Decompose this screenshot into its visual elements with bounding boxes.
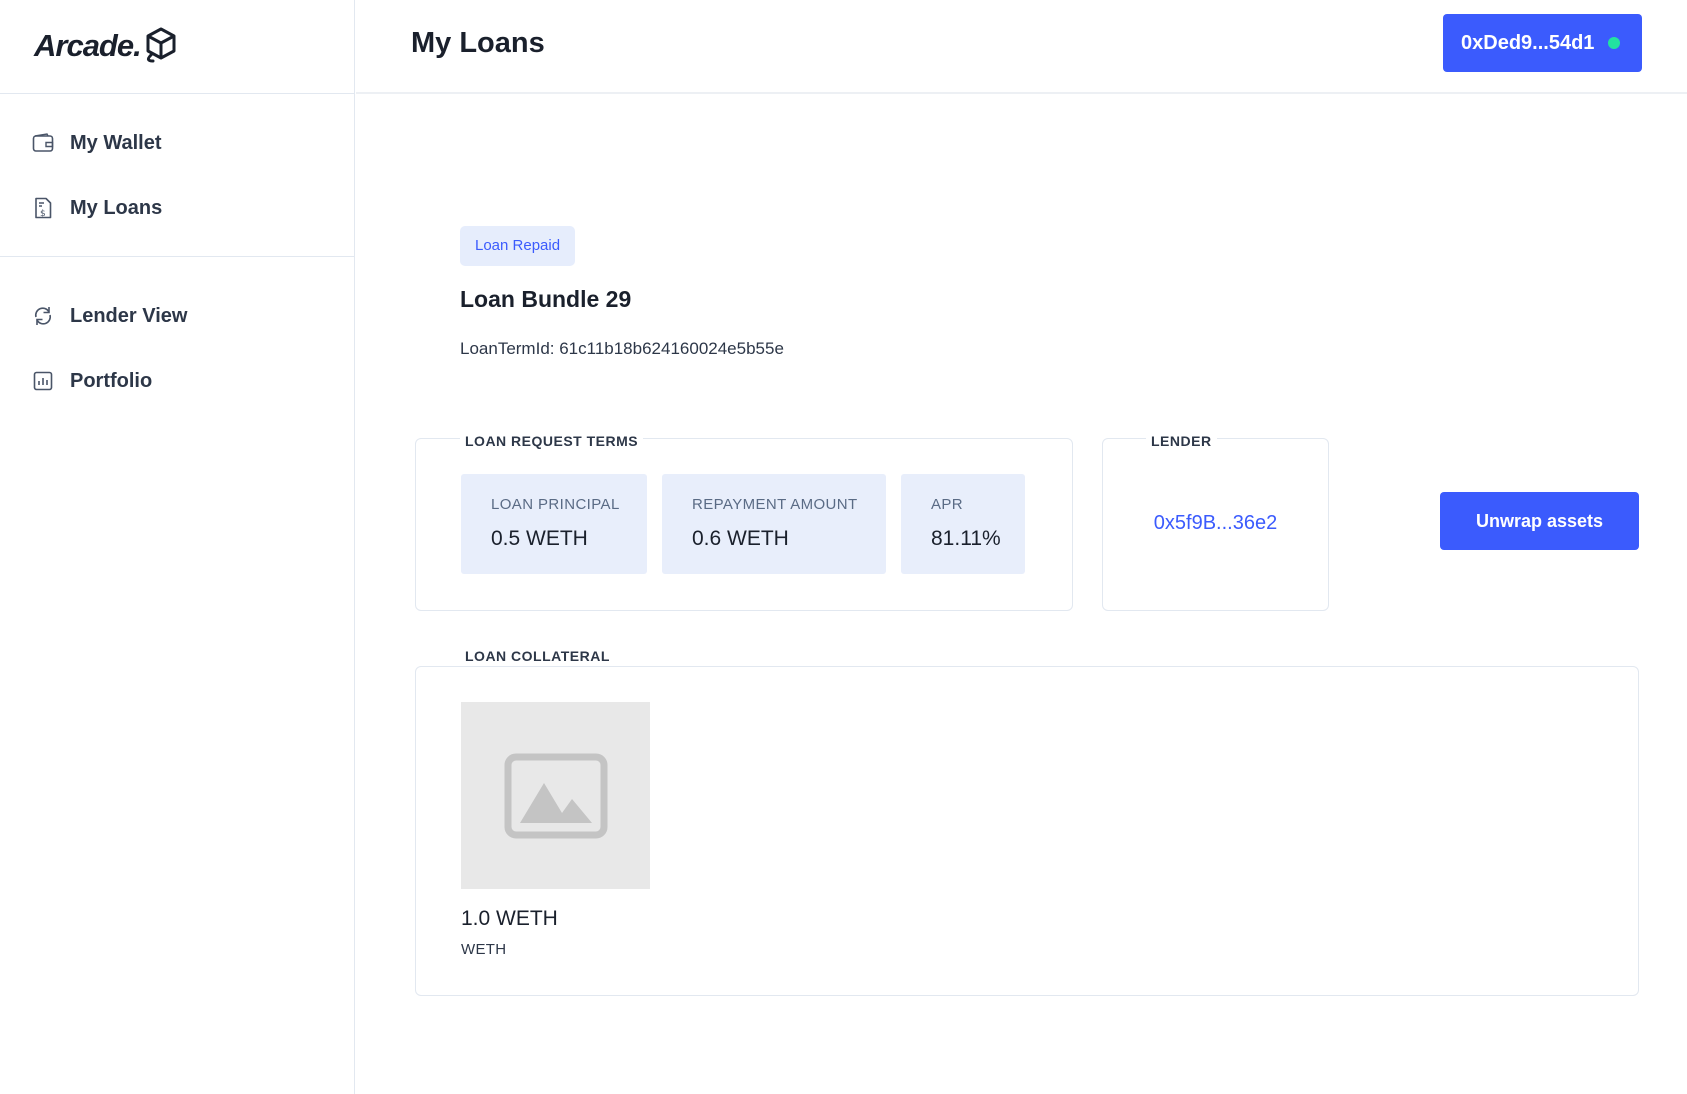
sidebar: Arcade. My Wallet $ My Loans Lender View… [0, 0, 355, 1094]
term-label: APR [931, 496, 964, 513]
loan-collateral-heading: LOAN COLLATERAL [460, 648, 615, 664]
top-header: My Loans 0xDed9...54d1 [356, 0, 1687, 94]
status-badge: Loan Repaid [460, 226, 576, 266]
sidebar-item-portfolio[interactable]: Portfolio [32, 366, 152, 396]
cube-logo-icon [146, 27, 176, 63]
term-value: 0.5 WETH [491, 527, 588, 550]
sidebar-item-my-wallet[interactable]: My Wallet [32, 128, 162, 158]
sidebar-item-label: My Wallet [70, 131, 162, 154]
collateral-symbol: WETH [461, 941, 507, 958]
lender-address-link[interactable]: 0x5f9B...36e2 [1102, 512, 1329, 535]
unwrap-assets-button[interactable]: Unwrap assets [1440, 492, 1639, 550]
term-label: LOAN PRINCIPAL [491, 496, 620, 513]
term-value: 81.11% [931, 527, 1001, 550]
loan-term-id: LoanTermId: 61c11b18b624160024e5b55e [460, 339, 784, 358]
term-value: 0.6 WETH [692, 527, 789, 550]
sidebar-divider [0, 93, 355, 94]
loan-title: Loan Bundle 29 [460, 286, 632, 312]
logo[interactable]: Arcade. [34, 24, 179, 68]
sidebar-item-label: Lender View [70, 304, 188, 327]
loan-principal-box: LOAN PRINCIPAL 0.5 WETH [461, 474, 647, 574]
bar-chart-icon [32, 370, 54, 392]
sidebar-item-lender-view[interactable]: Lender View [32, 301, 187, 331]
loan-terms-heading: LOAN REQUEST TERMS [460, 433, 644, 449]
collateral-image[interactable] [461, 702, 650, 889]
wallet-address-button[interactable]: 0xDed9...54d1 [1443, 14, 1642, 72]
connection-status-dot [1608, 37, 1621, 49]
sidebar-item-label: My Loans [70, 196, 163, 219]
page-title: My Loans [411, 27, 545, 59]
sidebar-item-my-loans[interactable]: $ My Loans [32, 193, 162, 223]
lender-heading: LENDER [1146, 433, 1217, 449]
svg-text:$: $ [40, 209, 46, 219]
wallet-icon [32, 132, 54, 154]
sidebar-item-label: Portfolio [70, 369, 153, 392]
receipt-icon: $ [32, 197, 54, 219]
apr-box: APR 81.11% [901, 474, 1025, 574]
wallet-address: 0xDed9...54d1 [1461, 31, 1595, 54]
sidebar-divider [0, 256, 355, 257]
collateral-amount: 1.0 WETH [461, 907, 558, 930]
term-label: REPAYMENT AMOUNT [692, 496, 858, 513]
app-root: Arcade. My Wallet $ My Loans Lender View… [0, 0, 1687, 1094]
image-placeholder-icon [504, 753, 607, 838]
logo-text: Arcade. [34, 28, 142, 63]
refresh-icon [32, 305, 54, 327]
repayment-amount-box: REPAYMENT AMOUNT 0.6 WETH [662, 474, 886, 574]
